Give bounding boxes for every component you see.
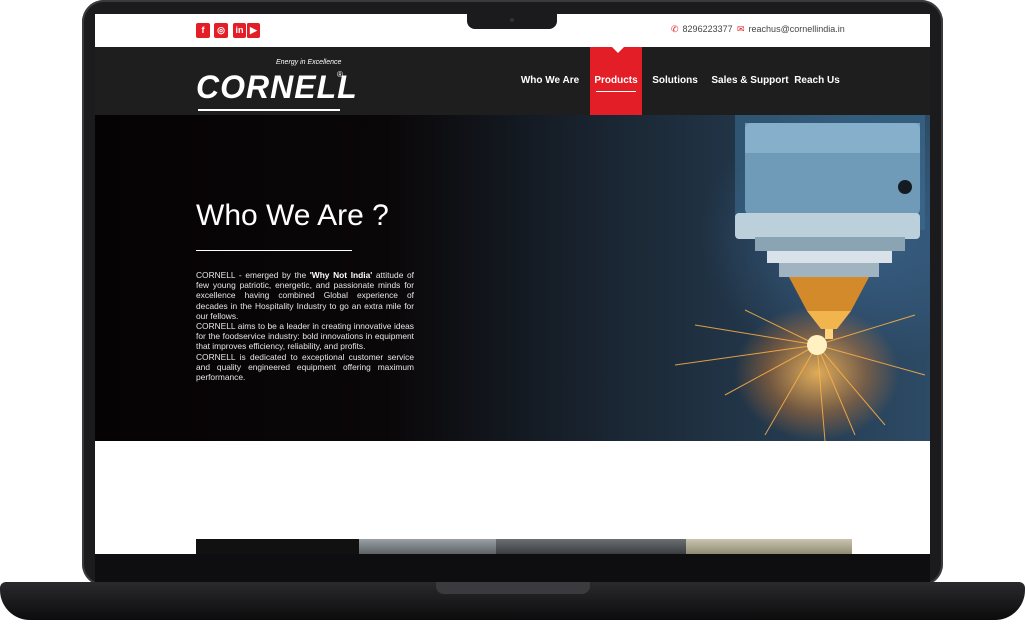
product-image-3[interactable] — [496, 539, 686, 554]
email-contact[interactable]: ✉ reachus@cornellindia.in — [737, 24, 845, 35]
hero-p2: CORNELL aims to be a leader in creating … — [196, 321, 414, 352]
linkedin-icon[interactable]: in — [233, 23, 246, 38]
facebook-icon[interactable]: f — [196, 23, 210, 38]
youtube-icon[interactable]: ▶ — [246, 23, 260, 38]
nav-who-we-are[interactable]: Who We Are — [519, 47, 581, 115]
laptop-opening-lip — [436, 582, 590, 594]
camera-icon — [510, 18, 514, 22]
email-address: reachus@cornellindia.in — [748, 24, 845, 34]
mail-icon: ✉ — [737, 24, 745, 34]
nav-active-underline — [596, 91, 636, 92]
nav-solutions[interactable]: Solutions — [650, 47, 700, 115]
screen-bottom-bezel — [95, 554, 930, 582]
product-images-strip — [196, 539, 852, 554]
active-nav-caret-icon — [612, 47, 624, 53]
logo-registered-mark: ® — [337, 70, 343, 79]
instagram-icon[interactable]: ◎ — [214, 23, 228, 38]
nav-products-label: Products — [594, 75, 638, 86]
product-image-2[interactable] — [359, 539, 496, 554]
product-image-1[interactable] — [196, 539, 359, 554]
browser-viewport: f ◎ in ▶ ✆ 8296223377 ✉ reachus@cornellind… — [95, 14, 930, 554]
main-navigation: Energy in Excellence CORNELL ® Who We Ar… — [95, 47, 930, 115]
logo-tagline: Energy in Excellence — [276, 59, 342, 66]
hero-title: Who We Are ? — [196, 199, 389, 232]
logo-underline — [198, 109, 340, 111]
cornell-logo[interactable]: Energy in Excellence CORNELL ® — [196, 59, 357, 111]
camera-notch — [467, 14, 557, 29]
phone-icon: ✆ — [671, 24, 679, 34]
hero-banner: Who We Are ? CORNELL - emerged by the 'W… — [95, 115, 930, 441]
nav-sales-support[interactable]: Sales & Support — [711, 47, 789, 115]
hero-divider — [196, 250, 352, 251]
hero-p3: CORNELL is dedicated to exceptional cust… — [196, 351, 414, 383]
hero-p1-start: CORNELL - emerged by the — [196, 270, 310, 280]
hero-p1-emphasis: 'Why Not India' — [309, 270, 373, 280]
logo-wordmark: CORNELL — [196, 69, 358, 105]
phone-contact[interactable]: ✆ 8296223377 — [671, 24, 733, 35]
phone-number: 8296223377 — [682, 24, 733, 34]
product-image-4[interactable] — [686, 539, 852, 554]
sparks-image — [674, 309, 926, 441]
hero-description: CORNELL - emerged by the 'Why Not India'… — [196, 270, 414, 382]
nav-reach-us[interactable]: Reach Us — [794, 47, 840, 115]
nav-products[interactable]: Products — [590, 47, 642, 115]
